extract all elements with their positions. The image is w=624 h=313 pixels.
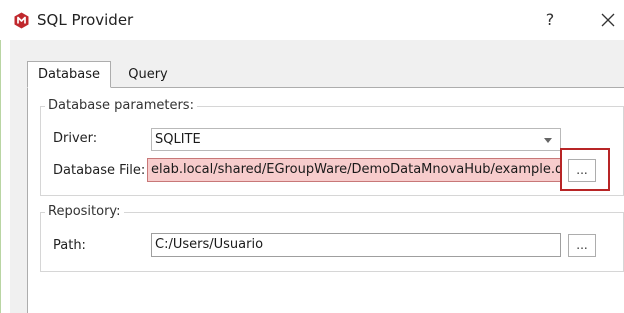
database-parameters-group: [40, 106, 624, 196]
repository-legend: Repository:: [45, 204, 124, 219]
path-label: Path:: [53, 238, 86, 253]
tab-query[interactable]: Query: [113, 64, 183, 88]
sql-provider-dialog: SQL Provider ? Database Query Database p…: [0, 0, 624, 313]
help-button[interactable]: ?: [538, 8, 562, 32]
chevron-down-icon: [544, 138, 552, 143]
title-bar: SQL Provider ?: [0, 0, 624, 40]
driver-select[interactable]: SQLITE: [151, 128, 561, 151]
driver-select-value: SQLITE: [155, 132, 201, 147]
window-border: [0, 40, 1, 313]
database-parameters-legend: Database parameters:: [45, 98, 197, 113]
driver-label: Driver:: [53, 131, 98, 146]
database-file-browse-button[interactable]: ...: [568, 159, 596, 182]
app-logo-icon: [14, 12, 29, 29]
tab-database[interactable]: Database: [27, 61, 111, 88]
window-title: SQL Provider: [37, 11, 134, 29]
path-browse-button[interactable]: ...: [568, 234, 596, 257]
database-file-input[interactable]: elab.local/shared/EGroupWare/DemoDataMno…: [147, 158, 561, 182]
close-button[interactable]: [596, 8, 620, 32]
database-file-label: Database File:: [53, 163, 146, 178]
path-input[interactable]: C:/Users/Usuario: [151, 233, 561, 257]
close-icon: [601, 13, 615, 27]
